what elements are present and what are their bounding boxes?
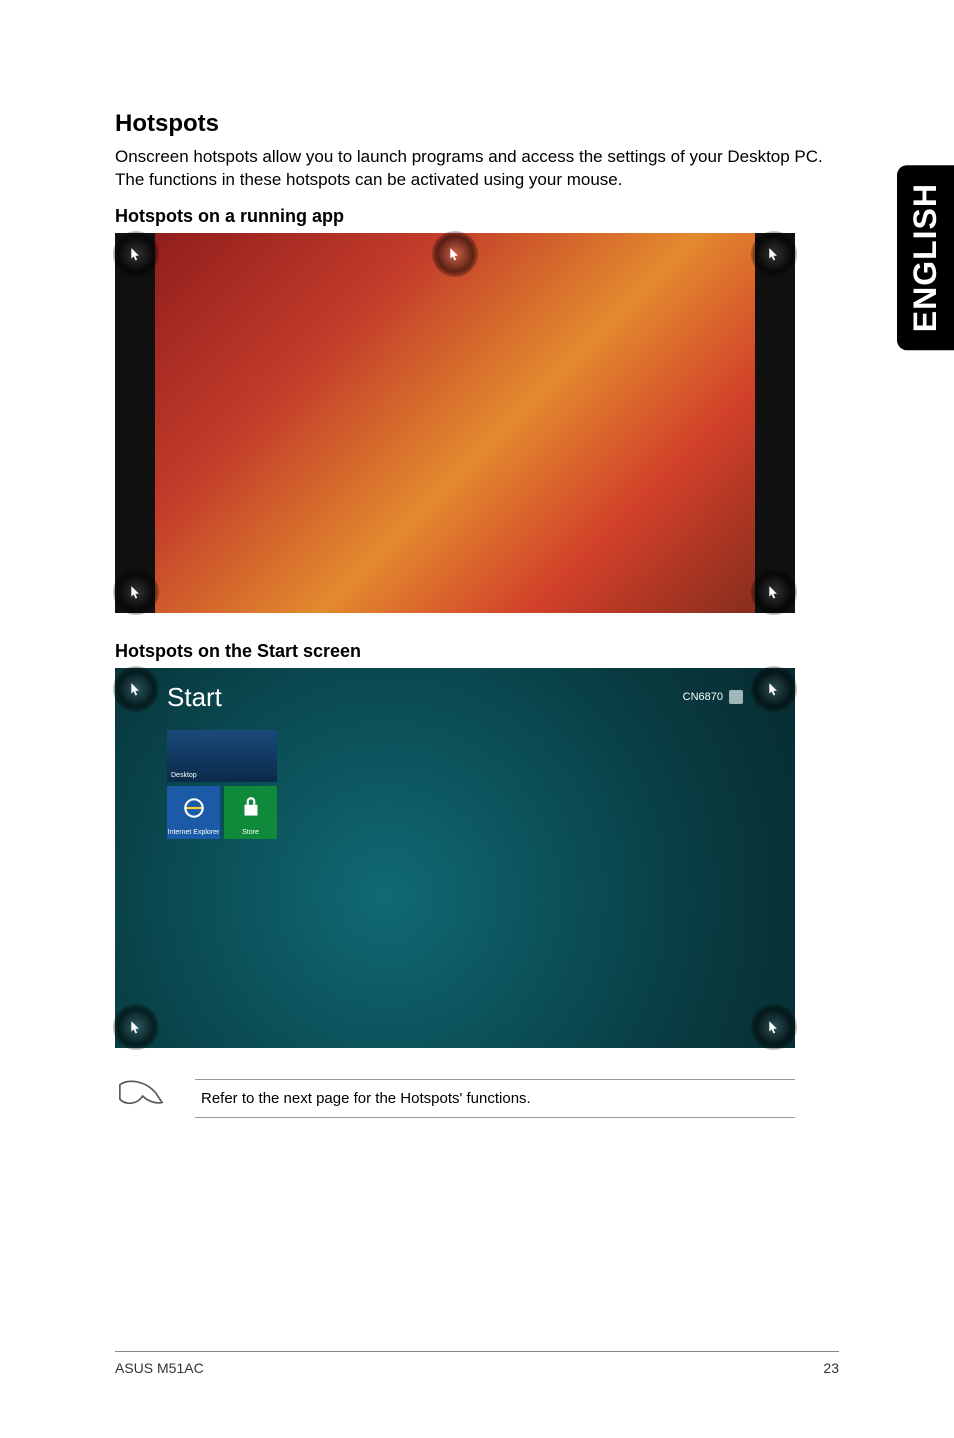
hotspot-bottom-right [751,1004,797,1050]
hotspot-top-right [751,231,797,277]
tile-internet-explorer: Internet Explorer [167,786,220,839]
tile-desktop: Desktop [167,730,277,782]
tile-row: Internet Explorer Store [167,786,277,839]
tile-ie-label: Internet Explorer [168,829,220,836]
tile-store-label: Store [242,829,259,836]
cursor-icon [129,1020,143,1034]
start-title: Start [167,682,222,713]
subheading-running-app: Hotspots on a running app [115,206,839,227]
cursor-icon [767,682,781,696]
hotspot-top-center [432,231,478,277]
cursor-icon [448,247,462,261]
page-body: Hotspots Onscreen hotspots allow you to … [0,0,954,1438]
hotspot-top-right [751,666,797,712]
screenshot-start-screen: Start CN6870 Desktop Internet Explorer S… [115,668,795,1048]
divider [195,1117,795,1118]
ie-icon [181,795,207,821]
cursor-icon [767,247,781,261]
screenshot-running-app [115,233,795,613]
intro-paragraph: Onscreen hotspots allow you to launch pr… [115,146,839,192]
hotspot-bottom-left [113,1004,159,1050]
store-icon [238,795,264,821]
footer-page-number: 23 [823,1360,839,1376]
hotspot-bottom-left [113,569,159,615]
cursor-icon [129,585,143,599]
cursor-icon [129,247,143,261]
cursor-icon [767,585,781,599]
tile-desktop-label: Desktop [171,772,197,779]
note-row: Refer to the next page for the Hotspots'… [115,1076,795,1121]
start-username: CN6870 [683,691,723,703]
subheading-start-screen: Hotspots on the Start screen [115,641,839,662]
hotspot-top-left [113,231,159,277]
note-content: Refer to the next page for the Hotspots'… [195,1079,795,1118]
hotspot-top-left [113,666,159,712]
cursor-icon [129,682,143,696]
cursor-icon [767,1020,781,1034]
divider [195,1079,795,1080]
tile-store: Store [224,786,277,839]
note-hand-icon [115,1076,167,1121]
page-title: Hotspots [115,110,839,138]
note-text: Refer to the next page for the Hotspots'… [195,1090,795,1107]
start-tiles: Desktop Internet Explorer Store [167,730,277,839]
avatar-icon [729,690,743,704]
start-user: CN6870 [683,690,743,704]
hotspot-bottom-right [751,569,797,615]
footer-model: ASUS M51AC [115,1360,204,1376]
page-footer: ASUS M51AC 23 [115,1351,839,1376]
